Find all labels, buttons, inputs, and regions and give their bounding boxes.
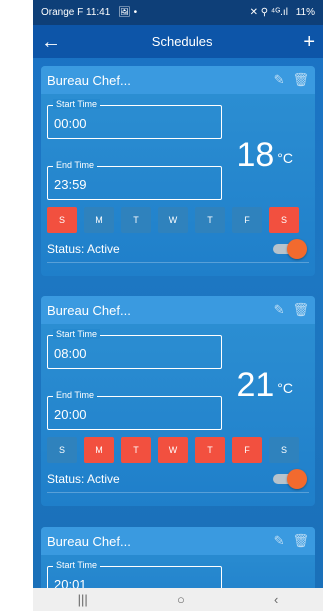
- card-header: Bureau Chef... ✎ 🗑: [41, 296, 315, 324]
- card-header: Bureau Chef... ✎ 🗑: [41, 527, 315, 555]
- back-nav-icon[interactable]: ‹: [274, 592, 278, 607]
- app-bar: ← Schedules +: [33, 25, 323, 58]
- temperature: 18 °C: [236, 138, 293, 172]
- status-bar: Orange F 11:41 🖼 • ✕ ⚲ ⁴ᴳ.ıl 11%: [33, 0, 323, 25]
- add-schedule-icon[interactable]: +: [303, 32, 315, 52]
- edit-icon[interactable]: ✎: [274, 533, 285, 549]
- temperature-unit: °C: [277, 380, 293, 396]
- system-nav-bar: ||| ○ ‹: [33, 588, 323, 611]
- temperature-unit: °C: [277, 150, 293, 166]
- start-time-label: Start Time: [53, 560, 101, 570]
- end-time-label: End Time: [53, 160, 98, 170]
- day-tuesday[interactable]: T: [121, 437, 151, 463]
- start-time-value: 00:00: [54, 116, 87, 131]
- day-saturday[interactable]: S: [269, 207, 299, 233]
- divider: [47, 262, 309, 263]
- day-selector: S M T W T F S: [47, 437, 299, 463]
- end-time-field[interactable]: End Time 20:00: [47, 390, 222, 430]
- schedule-name: Bureau Chef...: [47, 302, 131, 318]
- status-text: Status: Active: [47, 242, 120, 256]
- day-wednesday[interactable]: W: [158, 207, 188, 233]
- temperature: 21 °C: [236, 368, 293, 402]
- schedule-card: Bureau Chef... ✎ 🗑 Start Time 08:00 21 °…: [41, 296, 315, 506]
- schedule-name: Bureau Chef...: [47, 72, 131, 88]
- start-time-field[interactable]: Start Time 08:00: [47, 329, 222, 369]
- day-friday[interactable]: F: [232, 437, 262, 463]
- status-text: Status: Active: [47, 472, 120, 486]
- delete-icon[interactable]: 🗑: [292, 72, 309, 88]
- end-time-label: End Time: [53, 390, 98, 400]
- signal-icons: ✕ ⚲ ⁴ᴳ.ıl: [249, 7, 288, 18]
- day-monday[interactable]: M: [84, 207, 114, 233]
- delete-icon[interactable]: 🗑: [292, 302, 309, 318]
- schedule-name: Bureau Chef...: [47, 533, 131, 549]
- start-time-value: 08:00: [54, 346, 87, 361]
- edit-icon[interactable]: ✎: [274, 302, 285, 318]
- day-saturday[interactable]: S: [269, 437, 299, 463]
- day-thursday[interactable]: T: [195, 437, 225, 463]
- divider: [47, 492, 309, 493]
- day-sunday[interactable]: S: [47, 437, 77, 463]
- notification-icons: 🖼 •: [118, 7, 138, 18]
- schedule-card: Bureau Chef... ✎ 🗑 Start Time 00:00 18 °…: [41, 66, 315, 276]
- day-wednesday[interactable]: W: [158, 437, 188, 463]
- temperature-value: 18: [236, 136, 275, 174]
- temperature-value: 21: [236, 366, 275, 404]
- day-tuesday[interactable]: T: [121, 207, 151, 233]
- card-header: Bureau Chef... ✎ 🗑: [41, 66, 315, 94]
- edit-icon[interactable]: ✎: [274, 72, 285, 88]
- home-icon[interactable]: ○: [177, 592, 185, 607]
- day-monday[interactable]: M: [84, 437, 114, 463]
- active-toggle[interactable]: [271, 239, 307, 259]
- day-selector: S M T W T F S: [47, 207, 299, 233]
- end-time-value: 23:59: [54, 177, 87, 192]
- phone-screen: Orange F 11:41 🖼 • ✕ ⚲ ⁴ᴳ.ıl 11% ← Sched…: [33, 0, 323, 611]
- delete-icon[interactable]: 🗑: [292, 533, 309, 549]
- start-time-label: Start Time: [53, 329, 101, 339]
- recent-apps-icon[interactable]: |||: [78, 592, 88, 607]
- carrier-time: Orange F 11:41: [41, 7, 111, 18]
- battery-level: 11%: [295, 7, 315, 18]
- back-arrow-icon[interactable]: ←: [41, 32, 61, 52]
- start-time-field[interactable]: Start Time 00:00: [47, 99, 222, 139]
- end-time-field[interactable]: End Time 23:59: [47, 160, 222, 200]
- day-sunday[interactable]: S: [47, 207, 77, 233]
- end-time-value: 20:00: [54, 407, 87, 422]
- page-title: Schedules: [151, 34, 213, 49]
- start-time-label: Start Time: [53, 99, 101, 109]
- day-thursday[interactable]: T: [195, 207, 225, 233]
- day-friday[interactable]: F: [232, 207, 262, 233]
- active-toggle[interactable]: [271, 469, 307, 489]
